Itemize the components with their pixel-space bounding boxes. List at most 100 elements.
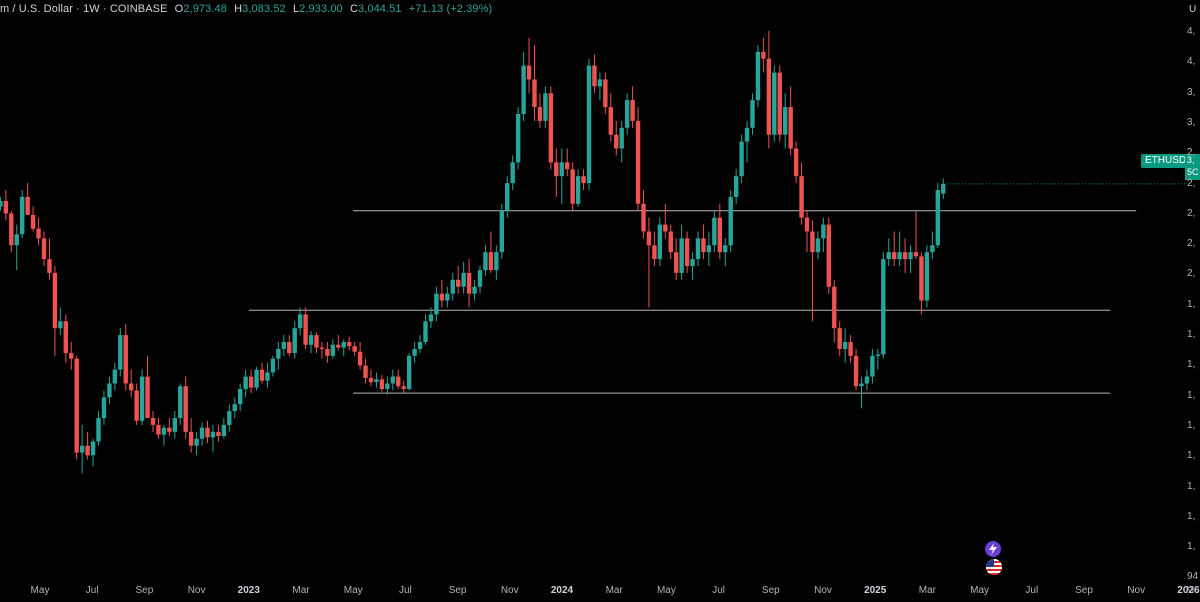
candle <box>363 358 368 384</box>
candle-body <box>270 358 276 373</box>
candle-body <box>483 252 488 271</box>
time-tick-label: May <box>343 585 363 596</box>
candle <box>870 348 875 384</box>
price-tick-label: 2, <box>1187 268 1196 280</box>
candle <box>657 217 663 267</box>
candle-body <box>265 372 270 381</box>
candle-body <box>79 445 85 453</box>
candle <box>477 266 483 294</box>
candle <box>532 44 537 121</box>
time-tick-label: Mar <box>918 585 937 596</box>
candle <box>96 411 101 446</box>
candle-body <box>248 376 254 388</box>
candle-body <box>423 321 428 343</box>
candle <box>172 411 177 439</box>
candle <box>908 245 913 273</box>
candle <box>79 424 85 474</box>
candle <box>515 107 521 170</box>
candle-body <box>297 314 303 329</box>
candle-body <box>608 107 613 135</box>
candle-body <box>69 353 74 359</box>
candle <box>145 355 150 419</box>
candle-body <box>227 411 232 425</box>
candle-body <box>314 335 319 348</box>
candle-body <box>85 445 90 456</box>
candle-body <box>919 256 924 301</box>
candle <box>804 210 810 253</box>
chart-stage[interactable]: m / U.S. Dollar · 1W · COINBASE O2,973.4… <box>0 0 1200 602</box>
candle-body <box>902 252 908 260</box>
candle-body <box>821 224 826 239</box>
candle-body <box>30 214 36 229</box>
candle <box>341 339 346 356</box>
candle <box>259 362 265 384</box>
price-tick-label: 1, <box>1187 510 1196 522</box>
candle-body <box>570 169 575 204</box>
candle <box>668 224 673 260</box>
candle <box>864 369 870 391</box>
candle <box>554 148 559 197</box>
candle <box>521 51 526 121</box>
candle <box>832 279 837 343</box>
candle <box>755 44 761 108</box>
time-tick-label: Nov <box>187 585 206 596</box>
candle <box>472 279 477 301</box>
candle-body <box>924 252 930 301</box>
candle <box>810 220 815 322</box>
time-tick-label: Sep <box>1075 585 1093 596</box>
price-tick-label: 3, <box>1187 116 1196 128</box>
low-value: 2,933.00 <box>299 3 343 15</box>
time-tick-label: Sep <box>761 585 780 596</box>
candle-body <box>330 344 336 356</box>
us-flag-event-icon[interactable] <box>986 559 1002 575</box>
candle-body <box>439 293 445 301</box>
candle <box>614 120 619 156</box>
candle-body <box>554 162 559 177</box>
candle-body <box>935 190 940 246</box>
candle <box>608 93 613 142</box>
candle-body <box>739 141 744 177</box>
candle <box>848 335 853 363</box>
candle-body <box>532 79 537 108</box>
candle <box>445 286 450 308</box>
candle-body <box>548 93 554 163</box>
time-tick-label: Jul <box>85 585 99 596</box>
candle-body <box>325 348 330 356</box>
candle <box>243 369 248 398</box>
candle-body <box>908 252 913 260</box>
candle <box>396 369 401 390</box>
candle-body <box>690 259 695 267</box>
candle-body <box>772 72 777 135</box>
candle-body <box>864 376 870 384</box>
candle-body <box>913 252 919 257</box>
candle <box>788 86 793 156</box>
candle <box>352 342 357 356</box>
candle <box>58 307 63 336</box>
candle <box>434 286 439 322</box>
time-tick-label: Jul <box>1025 585 1039 596</box>
candle-body <box>58 321 63 329</box>
candle-body <box>750 100 755 128</box>
candle-body <box>172 418 177 432</box>
candle <box>924 245 930 308</box>
candle <box>619 120 624 163</box>
candlestick-chart[interactable] <box>0 0 1200 602</box>
candle-body <box>930 245 935 253</box>
candle <box>134 383 139 425</box>
candle <box>777 65 782 142</box>
lightning-event-icon[interactable] <box>985 541 1001 557</box>
candle <box>281 335 286 356</box>
candle <box>205 420 210 443</box>
candle-body <box>793 148 799 177</box>
candle-body <box>886 252 891 260</box>
time-tick-label: May <box>970 585 990 596</box>
candle-body <box>668 231 673 253</box>
candle <box>107 376 112 405</box>
candle <box>423 314 428 345</box>
candle <box>297 307 303 336</box>
candle-body <box>41 238 47 260</box>
currency-corner-label[interactable]: U <box>1189 4 1196 15</box>
candle <box>581 169 586 190</box>
candle <box>565 148 570 177</box>
candle-body <box>134 390 139 421</box>
